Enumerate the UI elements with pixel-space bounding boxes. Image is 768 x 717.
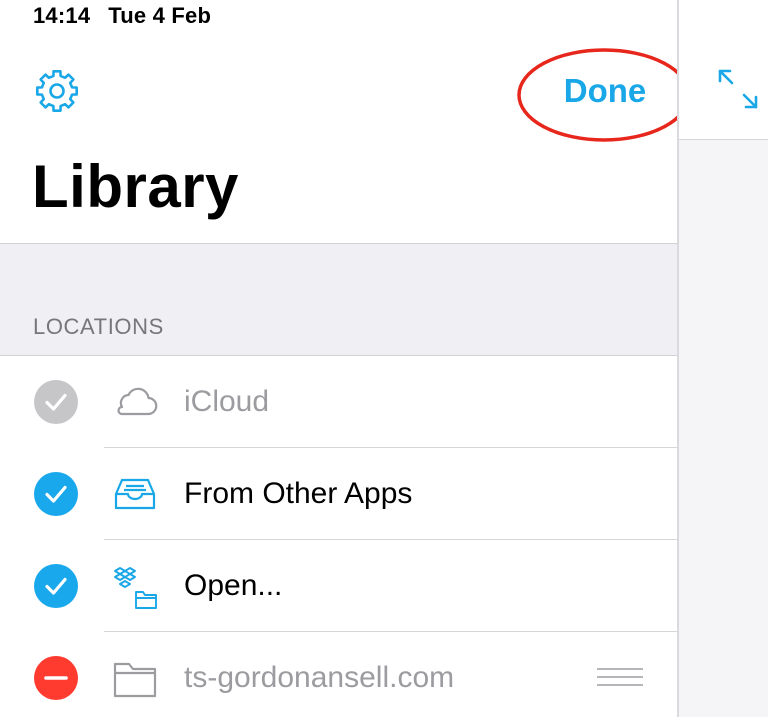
folder-icon	[113, 662, 157, 698]
locations-section-header: LOCATIONS	[0, 243, 677, 356]
cloud-icon	[117, 387, 158, 416]
library-panel: 14:14 Tue 4 Feb Done Library LOCATIONS i…	[0, 0, 691, 717]
screen: 14:14 Tue 4 Feb Done Library LOCATIONS i…	[0, 0, 768, 717]
disabled-checkmark-icon	[34, 380, 78, 424]
location-row-from-other-apps[interactable]: From Other Apps	[0, 448, 677, 540]
location-row-open[interactable]: Open...	[0, 540, 677, 632]
reorder-handle-icon[interactable]	[597, 668, 643, 688]
page-title: Library	[32, 153, 239, 220]
location-row-icloud[interactable]: iCloud	[0, 356, 677, 448]
location-label: ts-gordonansell.com	[184, 661, 455, 694]
status-time: 14:14	[33, 3, 91, 28]
location-label: iCloud	[184, 385, 270, 418]
settings-button[interactable]	[33, 67, 81, 115]
checkmark-icon[interactable]	[34, 564, 78, 608]
checkmark-icon[interactable]	[34, 472, 78, 516]
locations-list: iCloud From Other Apps Open... ts-gordon…	[0, 356, 677, 717]
location-row-ts-gordonansell[interactable]: ts-gordonansell.com	[0, 632, 677, 717]
expand-arrows-icon	[718, 69, 758, 109]
location-label: Open...	[184, 569, 283, 602]
status-date: Tue 4 Feb	[108, 3, 212, 28]
section-label: LOCATIONS	[33, 314, 164, 339]
detail-header	[679, 0, 768, 140]
inbox-tray-icon	[114, 478, 156, 510]
location-label: From Other Apps	[184, 477, 413, 510]
expand-button[interactable]	[716, 67, 760, 111]
dropbox-folder-icon	[114, 567, 157, 609]
detail-pane	[679, 0, 768, 717]
done-button[interactable]: Done	[550, 67, 660, 115]
status-bar: 14:14 Tue 4 Feb	[33, 3, 211, 29]
gear-icon	[36, 70, 78, 112]
delete-minus-icon[interactable]	[34, 656, 78, 700]
